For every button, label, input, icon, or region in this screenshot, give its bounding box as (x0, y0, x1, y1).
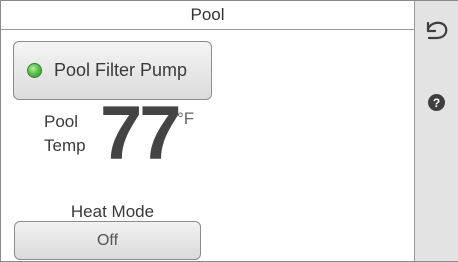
side-panel: ? (414, 1, 458, 261)
pump-label: Pool Filter Pump (54, 60, 188, 80)
heat-mode-button[interactable]: Off (14, 221, 201, 260)
temperature-label-line1: Pool (44, 112, 79, 131)
temperature-label: Pool Temp (44, 110, 104, 158)
page-title-bar: Pool (1, 1, 414, 30)
help-glyph: ? (432, 95, 441, 110)
temperature-unit: °F (177, 109, 195, 128)
temperature-value: 77 (100, 91, 182, 176)
back-arrow-icon[interactable] (424, 19, 450, 45)
temperature-label-line2: Temp (44, 136, 86, 155)
heat-mode-value: Off (96, 231, 119, 249)
help-icon[interactable]: ? (428, 94, 445, 111)
page-title: Pool (190, 5, 225, 24)
heat-mode-label: Heat Mode (70, 202, 155, 221)
status-led-icon (27, 63, 42, 78)
